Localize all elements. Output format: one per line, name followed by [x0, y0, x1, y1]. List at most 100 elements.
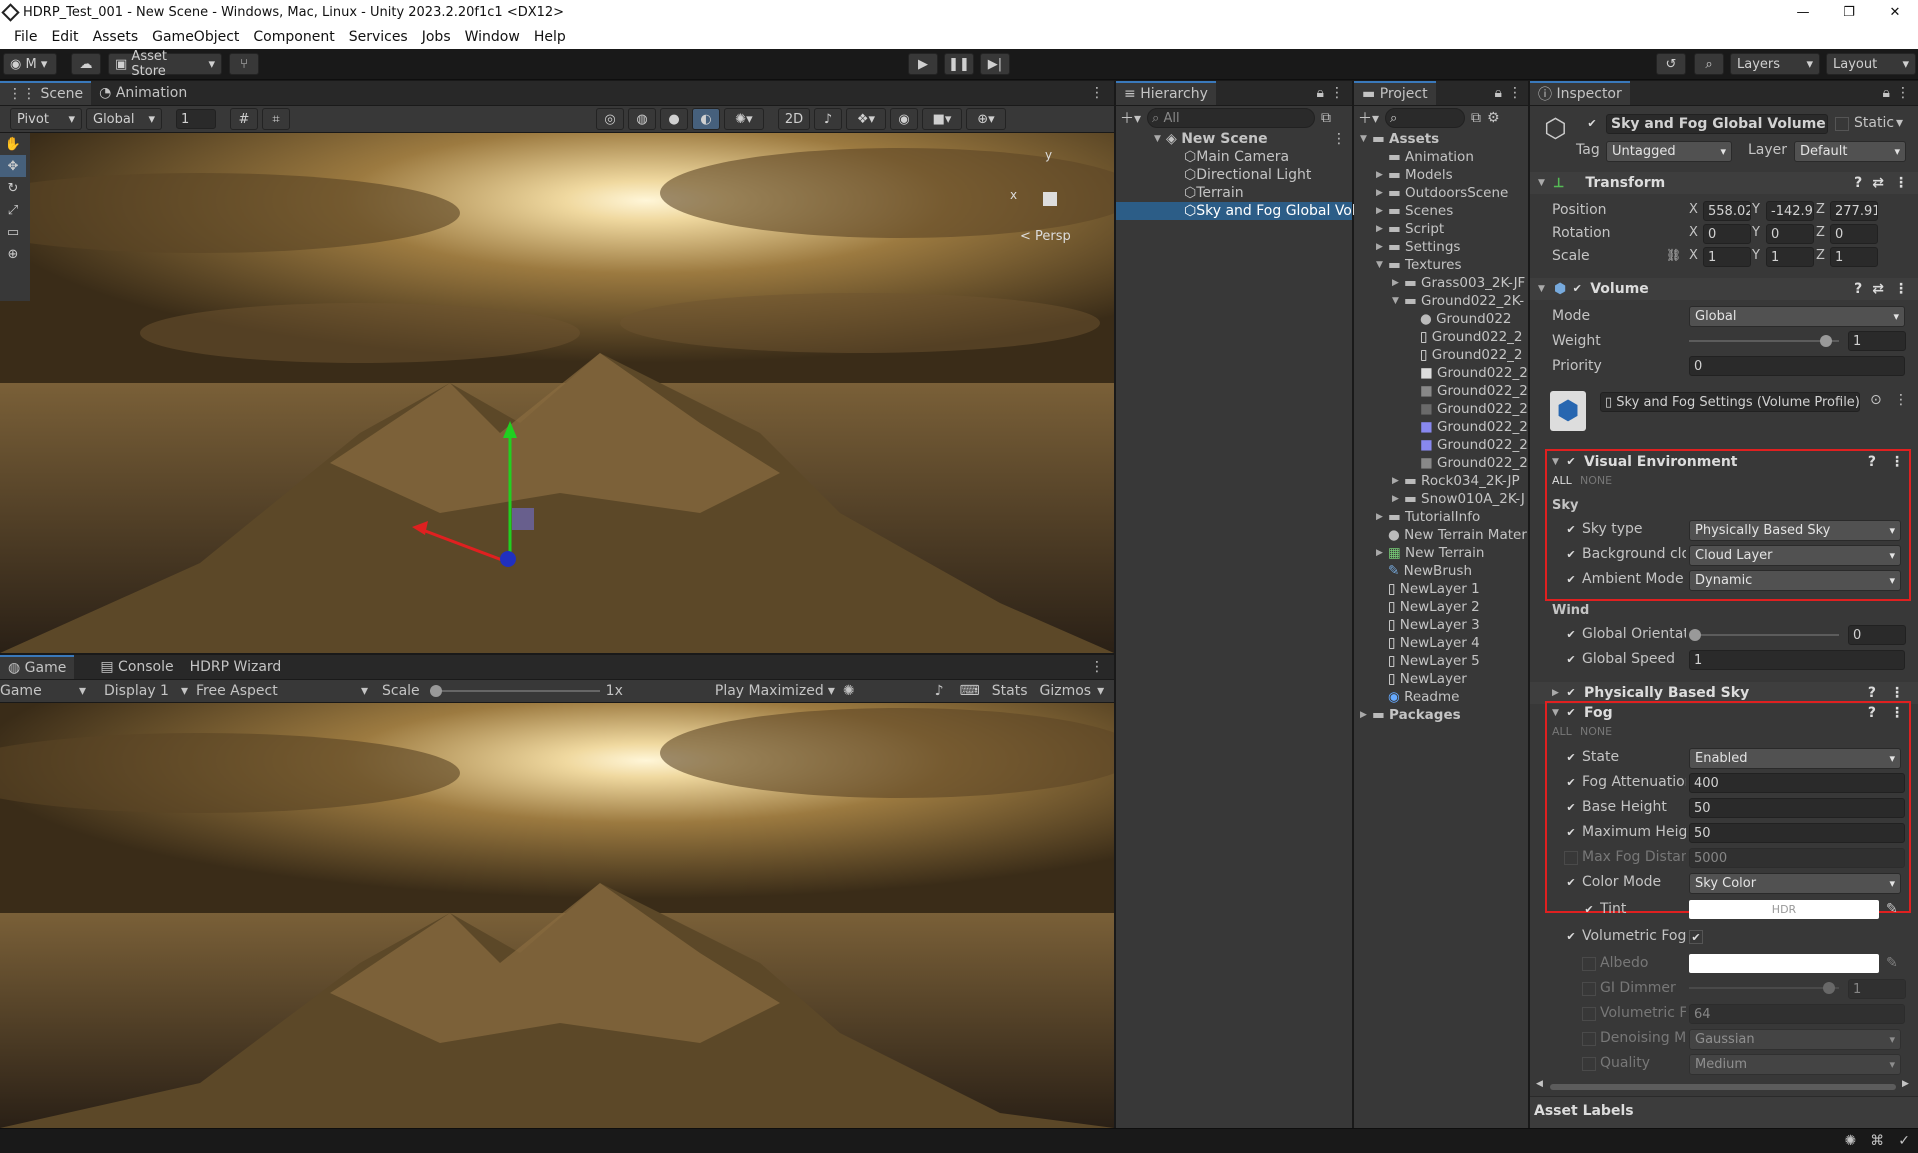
pbs-menu-icon[interactable]: ⋮: [1890, 685, 1904, 701]
project-item[interactable]: ● Ground022: [1354, 310, 1528, 328]
project-item[interactable]: ■ Ground022_2: [1354, 400, 1528, 418]
tab-game[interactable]: ◍ Game: [0, 655, 75, 679]
tab-hierarchy[interactable]: ≡ Hierarchy: [1116, 81, 1216, 105]
scale-tool-icon[interactable]: ⤢: [0, 199, 26, 221]
project-item[interactable]: ▯ NewLayer 3: [1354, 616, 1528, 634]
project-item[interactable]: ▬ Animation: [1354, 148, 1528, 166]
scene-viewport[interactable]: ✋ ✥ ↻ ⤢ ▭ ⊕ y x < Persp: [0, 133, 1114, 653]
project-item[interactable]: ■ Ground022_2: [1354, 364, 1528, 382]
color-mode-dropdown[interactable]: Sky Color: [1689, 873, 1901, 894]
project-item[interactable]: ■ Ground022_2: [1354, 418, 1528, 436]
menu-file[interactable]: File: [14, 29, 37, 45]
base-height-override[interactable]: ✔: [1564, 801, 1578, 815]
profile-picker-icon[interactable]: ⊙: [1870, 392, 1882, 408]
state-override[interactable]: ✔: [1564, 751, 1578, 765]
tab-hdrp-wizard[interactable]: HDRP Wizard: [182, 655, 290, 679]
hierarchy-menu-icon[interactable]: ⋮: [1330, 85, 1344, 101]
weight-field[interactable]: 1: [1848, 331, 1906, 351]
hand-tool-icon[interactable]: ✋: [0, 133, 26, 155]
project-item[interactable]: ▶ ▬ Grass003_2K-JF: [1354, 274, 1528, 292]
visual-env-all-button[interactable]: ALL: [1552, 474, 1572, 487]
ambient-mode-override[interactable]: ✔: [1564, 573, 1578, 587]
hierarchy-search-input[interactable]: ⌕ All: [1147, 108, 1316, 128]
visual-env-none-button[interactable]: NONE: [1580, 474, 1612, 487]
static-dropdown-icon[interactable]: ▾: [1896, 115, 1903, 131]
eyedropper-icon[interactable]: ✎: [1886, 901, 1898, 917]
render-mode-button[interactable]: ◐: [692, 108, 720, 130]
snap-increment-button[interactable]: ⌗: [262, 108, 290, 130]
global-orientation-field[interactable]: 0: [1848, 625, 1906, 645]
volume-menu-icon[interactable]: ⋮: [1894, 281, 1908, 297]
project-item[interactable]: ■ Ground022_2: [1354, 454, 1528, 472]
base-height-field[interactable]: 50: [1689, 798, 1905, 818]
asset-labels-section[interactable]: Asset Labels: [1530, 1096, 1918, 1128]
pause-button[interactable]: ❚❚: [944, 53, 974, 75]
close-button[interactable]: ✕: [1872, 5, 1918, 20]
gizmos-dropdown[interactable]: Gizmos: [1040, 683, 1092, 699]
volume-header[interactable]: ▼ ⬢ ✔ Volume ? ⇄ ⋮: [1530, 278, 1918, 300]
background-clouds-dropdown[interactable]: Cloud Layer: [1689, 545, 1901, 566]
project-settings-icon[interactable]: ⚙: [1487, 110, 1500, 126]
volume-enabled-checkbox[interactable]: ✔: [1570, 282, 1584, 296]
menu-jobs[interactable]: Jobs: [422, 29, 451, 45]
position-x-field[interactable]: 558.02: [1703, 201, 1751, 221]
quality-dropdown[interactable]: Medium: [1689, 1054, 1901, 1075]
constrain-scale-icon[interactable]: ⛓: [1666, 248, 1681, 262]
visual-env-menu-icon[interactable]: ⋮: [1890, 454, 1904, 470]
global-orientation-slider[interactable]: [1689, 627, 1839, 643]
fog-menu-icon[interactable]: ⋮: [1890, 705, 1904, 721]
tint-color-field[interactable]: HDR: [1689, 900, 1879, 919]
global-dropdown[interactable]: Global ▾: [86, 108, 162, 130]
component-menu-icon[interactable]: ⋮: [1894, 175, 1908, 191]
layer-dropdown[interactable]: Default: [1794, 141, 1906, 162]
position-y-field[interactable]: -142.93: [1766, 201, 1814, 221]
project-item[interactable]: ▯ NewLayer 2: [1354, 598, 1528, 616]
maximize-button[interactable]: ❐: [1826, 5, 1872, 20]
menu-services[interactable]: Services: [349, 29, 408, 45]
volume-help-icon[interactable]: ?: [1854, 281, 1862, 297]
shaded-wire-button[interactable]: ◍: [628, 108, 656, 130]
project-item[interactable]: ▯ Ground022_2: [1354, 346, 1528, 364]
history-button[interactable]: ↺: [1656, 53, 1686, 75]
gizmos-button[interactable]: ⊕▾: [966, 108, 1006, 130]
project-item[interactable]: ▯ NewLayer: [1354, 670, 1528, 688]
fog-none-button[interactable]: NONE: [1580, 725, 1612, 738]
ambient-mode-dropdown[interactable]: Dynamic: [1689, 570, 1901, 591]
game-viewport[interactable]: [0, 703, 1114, 1128]
volumetric-fog-budget-override[interactable]: [1582, 1007, 1596, 1021]
project-item[interactable]: ▶ ▦ New Terrain: [1354, 544, 1528, 562]
tab-scene[interactable]: ⋮⋮ Scene: [0, 81, 92, 105]
minimize-button[interactable]: —: [1780, 5, 1826, 20]
menu-window[interactable]: Window: [465, 29, 520, 45]
account-button[interactable]: ◉ M ▾: [3, 53, 57, 75]
menu-help[interactable]: Help: [534, 29, 566, 45]
game-menu-icon[interactable]: ⋮: [1090, 659, 1104, 675]
project-item[interactable]: ◉ Readme: [1354, 688, 1528, 706]
effects-toggle[interactable]: ❖▾: [846, 108, 886, 130]
add-icon[interactable]: ＋▾: [1120, 108, 1141, 128]
rotate-tool-icon[interactable]: ↻: [0, 177, 26, 199]
mode-dropdown[interactable]: Global: [1689, 306, 1905, 327]
filter-icon[interactable]: ⧉: [1321, 110, 1331, 126]
rect-tool-icon[interactable]: ▭: [0, 221, 26, 243]
hierarchy-item[interactable]: ⬡ Terrain: [1116, 184, 1352, 202]
cloud-button[interactable]: ☁: [71, 53, 101, 75]
grid-size-field[interactable]: 1: [176, 109, 216, 129]
pbs-help-icon[interactable]: ?: [1868, 685, 1876, 701]
shaded-button[interactable]: ●: [660, 108, 688, 130]
priority-field[interactable]: 0: [1689, 356, 1905, 376]
bug-toggle-icon[interactable]: ✺: [843, 683, 855, 699]
albedo-color-field[interactable]: [1689, 954, 1879, 973]
albedo-eyedropper-icon[interactable]: ✎: [1886, 955, 1898, 971]
quality-override[interactable]: [1582, 1057, 1596, 1071]
project-item[interactable]: ■ Ground022_2: [1354, 382, 1528, 400]
project-item[interactable]: ▯ NewLayer 4: [1354, 634, 1528, 652]
stats-button[interactable]: Stats: [992, 683, 1028, 699]
project-item[interactable]: ▯ NewLayer 1: [1354, 580, 1528, 598]
asset-store-button[interactable]: ▣ Asset Store ▾: [108, 49, 222, 79]
hierarchy-scene-row[interactable]: ▼ ◈ New Scene ⋮: [1116, 130, 1352, 148]
fog-checkbox[interactable]: ✔: [1564, 706, 1578, 720]
play-mode-dropdown[interactable]: Play Maximized ▾: [715, 683, 835, 699]
wireframe-button[interactable]: ◎: [596, 108, 624, 130]
play-button[interactable]: ▶: [908, 53, 938, 75]
